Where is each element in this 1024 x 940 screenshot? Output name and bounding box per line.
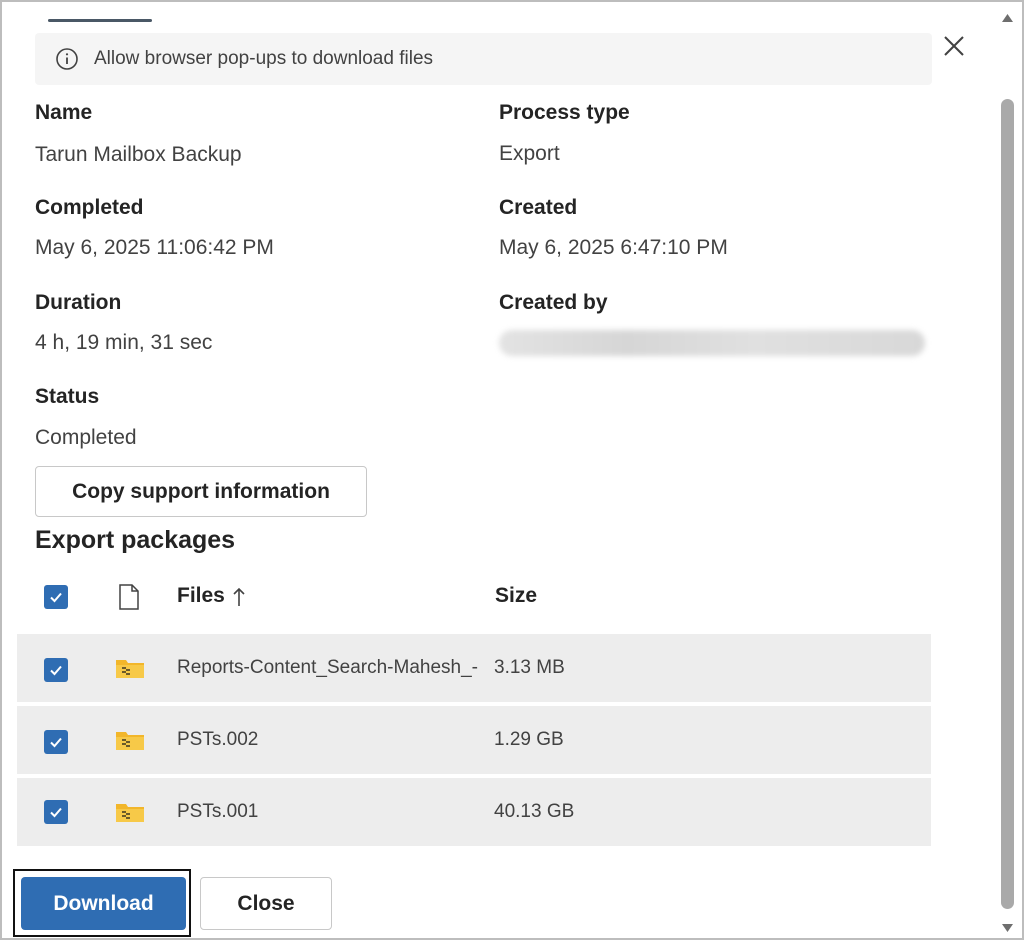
file-size: 3.13 MB [494,657,565,678]
name-label: Name [35,101,93,124]
name-value: Tarun Mailbox Backup [35,143,242,166]
size-column-header[interactable]: Size [495,584,537,608]
table-row[interactable]: Reports-Content_Search-Mahesh_- 3.13 MB [17,634,931,702]
status-label: Status [35,385,100,408]
files-column-header[interactable]: Files [177,584,225,608]
duration-value: 4 h, 19 min, 31 sec [35,331,213,354]
zip-folder-icon [115,800,145,824]
process-type-label: Process type [499,101,630,124]
info-icon [55,47,79,71]
table-row[interactable]: PSTs.001 40.13 GB [17,778,931,846]
close-button[interactable]: Close [200,877,332,930]
file-size: 1.29 GB [494,729,564,750]
file-name: PSTs.002 [177,729,259,750]
copy-support-info-button[interactable]: Copy support information [35,466,367,517]
info-bar-text: Allow browser pop-ups to download files [94,48,434,69]
row-checkbox[interactable] [44,800,68,824]
popup-info-bar: Allow browser pop-ups to download files [35,33,932,85]
scrollbar-thumb[interactable] [1001,99,1014,909]
row-checkbox[interactable] [44,730,68,754]
completed-label: Completed [35,196,144,219]
tab-indicator [48,19,152,22]
file-name: PSTs.001 [177,801,259,822]
close-icon[interactable] [940,32,968,60]
status-value: Completed [35,426,137,449]
file-size: 40.13 GB [494,801,575,822]
created-value: May 6, 2025 6:47:10 PM [499,236,728,259]
completed-value: May 6, 2025 11:06:42 PM [35,236,274,259]
file-name: Reports-Content_Search-Mahesh_- [177,657,478,678]
zip-folder-icon [115,728,145,752]
scroll-up-arrow-icon[interactable] [1001,10,1014,28]
created-by-value-redacted [499,330,925,356]
download-button[interactable]: Download [21,877,186,930]
table-row[interactable]: PSTs.002 1.29 GB [17,706,931,774]
created-label: Created [499,196,578,219]
export-packages-title: Export packages [35,526,236,554]
export-details-panel: Allow browser pop-ups to download files … [0,0,1024,940]
sort-ascending-icon[interactable] [232,586,246,608]
row-checkbox[interactable] [44,658,68,682]
select-all-checkbox[interactable] [44,585,68,609]
file-type-icon [117,584,141,610]
zip-folder-icon [115,656,145,680]
created-by-label: Created by [499,291,608,314]
duration-label: Duration [35,291,122,314]
process-type-value: Export [499,142,560,165]
scroll-down-arrow-icon[interactable] [1001,920,1014,938]
